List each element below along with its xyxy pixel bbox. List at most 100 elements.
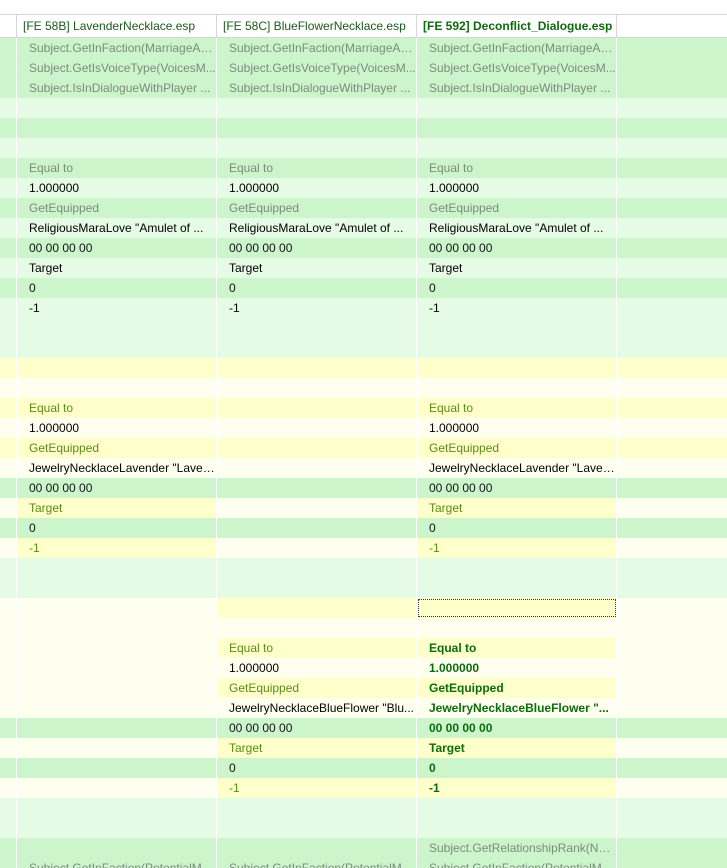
- table-cell[interactable]: [217, 498, 417, 518]
- table-cell[interactable]: [17, 358, 217, 378]
- table-cell[interactable]: [17, 738, 217, 758]
- table-row[interactable]: Equal to Equal to: [0, 638, 727, 658]
- table-cell[interactable]: [17, 598, 217, 618]
- table-row[interactable]: [0, 798, 727, 818]
- table-cell[interactable]: Target: [417, 498, 617, 518]
- table-row[interactable]: [0, 318, 727, 338]
- table-row[interactable]: [0, 138, 727, 158]
- table-row[interactable]: [0, 818, 727, 838]
- table-cell[interactable]: 0: [217, 278, 417, 298]
- table-cell[interactable]: [617, 478, 727, 498]
- table-cell[interactable]: Target: [417, 258, 617, 278]
- table-cell[interactable]: 00 00 00 00: [417, 238, 617, 258]
- table-cell[interactable]: GetEquipped: [217, 678, 417, 698]
- table-cell[interactable]: [17, 138, 217, 158]
- table-cell[interactable]: Equal to: [217, 158, 417, 178]
- table-cell[interactable]: Subject.GetInFaction(MarriageAs...: [17, 38, 217, 58]
- table-row[interactable]: [0, 358, 727, 378]
- table-cell[interactable]: Target: [17, 498, 217, 518]
- table-cell[interactable]: [617, 218, 727, 238]
- table-cell[interactable]: Subject.GetIsVoiceType(VoicesM...: [17, 58, 217, 78]
- table-row[interactable]: [0, 378, 727, 398]
- table-cell[interactable]: [617, 738, 727, 758]
- table-cell[interactable]: Equal to: [217, 638, 417, 658]
- table-row[interactable]: [0, 578, 727, 598]
- table-cell[interactable]: [617, 258, 727, 278]
- table-row[interactable]: 00 00 00 00 00 00 00 00 00 00 00 00: [0, 238, 727, 258]
- table-cell[interactable]: 1.000000: [217, 178, 417, 198]
- table-cell[interactable]: Equal to: [17, 398, 217, 418]
- table-cell[interactable]: [17, 818, 217, 838]
- table-row[interactable]: Subject.GetInFaction(PotentialM... Subjec…: [0, 858, 727, 868]
- table-cell[interactable]: 1.000000: [417, 418, 617, 438]
- table-cell[interactable]: 0: [417, 758, 617, 778]
- table-cell[interactable]: -1: [17, 538, 217, 558]
- table-cell[interactable]: [617, 358, 727, 378]
- table-cell[interactable]: [217, 838, 417, 858]
- table-cell[interactable]: [617, 798, 727, 818]
- table-cell[interactable]: [617, 378, 727, 398]
- table-cell[interactable]: GetEquipped: [17, 438, 217, 458]
- table-cell[interactable]: Target: [17, 258, 217, 278]
- table-row[interactable]: 00: [0, 758, 727, 778]
- table-cell[interactable]: 1.000000: [417, 178, 617, 198]
- table-row[interactable]: Subject.GetIsVoiceType(VoicesM... Subject…: [0, 58, 727, 78]
- table-row[interactable]: -1 -1 -1: [0, 298, 727, 318]
- table-row[interactable]: JewelryNecklaceBlueFlower "Blu... Jewelry…: [0, 698, 727, 718]
- table-cell[interactable]: 1.000000: [217, 658, 417, 678]
- table-cell[interactable]: [217, 518, 417, 538]
- table-cell[interactable]: Equal to: [417, 638, 617, 658]
- table-cell[interactable]: [617, 578, 727, 598]
- table-cell[interactable]: [617, 818, 727, 838]
- table-cell[interactable]: 1.000000: [17, 418, 217, 438]
- table-cell[interactable]: [17, 678, 217, 698]
- table-cell[interactable]: [217, 418, 417, 438]
- table-cell[interactable]: Subject.GetInFaction(PotentialM...: [17, 858, 217, 868]
- table-cell[interactable]: [17, 578, 217, 598]
- table-row[interactable]: [0, 338, 727, 358]
- table-cell[interactable]: [617, 78, 727, 98]
- table-cell[interactable]: Target: [417, 738, 617, 758]
- table-cell[interactable]: [17, 618, 217, 638]
- table-cell[interactable]: [617, 838, 727, 858]
- table-cell[interactable]: [617, 778, 727, 798]
- table-row[interactable]: 000: [0, 278, 727, 298]
- table-cell[interactable]: [217, 538, 417, 558]
- table-cell[interactable]: [17, 758, 217, 778]
- table-row[interactable]: [0, 98, 727, 118]
- table-cell[interactable]: [617, 318, 727, 338]
- table-cell[interactable]: JewelryNecklaceBlueFlower "Blu...: [217, 698, 417, 718]
- table-cell[interactable]: [217, 478, 417, 498]
- table-cell[interactable]: [217, 798, 417, 818]
- table-cell[interactable]: [17, 338, 217, 358]
- table-cell[interactable]: [217, 338, 417, 358]
- table-cell[interactable]: [617, 598, 727, 618]
- table-cell[interactable]: 0: [217, 758, 417, 778]
- table-row[interactable]: Target Target: [0, 498, 727, 518]
- table-cell[interactable]: Subject.GetIsVoiceType(VoicesM...: [217, 58, 417, 78]
- column-header-deconflict-dialogue[interactable]: [FE 592] Deconflict_Dialogue.esp: [417, 15, 617, 37]
- table-cell[interactable]: [617, 278, 727, 298]
- table-cell[interactable]: [617, 118, 727, 138]
- table-cell[interactable]: [617, 718, 727, 738]
- table-cell[interactable]: 0: [417, 278, 617, 298]
- table-cell[interactable]: [617, 238, 727, 258]
- table-row[interactable]: GetEquipped GetEquipped: [0, 438, 727, 458]
- table-cell[interactable]: Subject.IsInDialogueWithPlayer ...: [17, 78, 217, 98]
- column-header-blue-flower-necklace[interactable]: [FE 58C] BlueFlowerNecklace.esp: [217, 15, 417, 37]
- table-row[interactable]: Subject.GetInFaction(MarriageAs... Subjec…: [0, 38, 727, 58]
- table-row[interactable]: -1 -1: [0, 538, 727, 558]
- table-cell[interactable]: [617, 618, 727, 638]
- table-cell[interactable]: [417, 558, 617, 578]
- table-cell[interactable]: -1: [217, 298, 417, 318]
- table-cell[interactable]: Subject.GetInFaction(PotentialM...: [417, 858, 617, 868]
- table-cell[interactable]: [417, 98, 617, 118]
- table-cell[interactable]: -1: [217, 778, 417, 798]
- table-row[interactable]: JewelryNecklaceLavender "Laven... Jewelry…: [0, 458, 727, 478]
- table-row[interactable]: Subject.IsInDialogueWithPlayer ... Subjec…: [0, 78, 727, 98]
- table-cell[interactable]: [217, 378, 417, 398]
- table-cell[interactable]: 1.000000: [417, 658, 617, 678]
- table-row[interactable]: GetEquipped GetEquipped: [0, 678, 727, 698]
- table-cell[interactable]: [217, 458, 417, 478]
- table-cell[interactable]: [417, 578, 617, 598]
